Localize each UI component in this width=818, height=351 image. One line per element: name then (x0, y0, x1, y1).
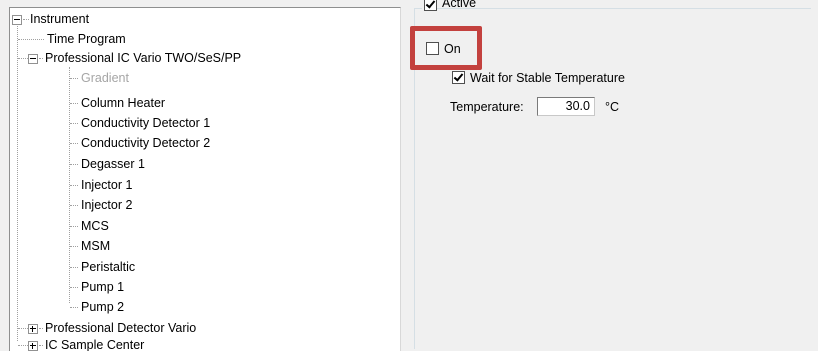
collapse-icon[interactable] (28, 54, 38, 64)
tree-guide (70, 246, 78, 247)
tree-guide (39, 58, 43, 59)
tree-node-instrument[interactable]: Instrument (12, 10, 392, 28)
tree-node-injector-2[interactable]: Injector 2 (12, 196, 392, 214)
tree-label: Injector 2 (81, 198, 133, 212)
collapse-icon[interactable] (12, 15, 22, 25)
tree-label: MSM (81, 239, 111, 253)
tree-node-conductivity-detector-1[interactable]: Conductivity Detector 1 (12, 114, 392, 132)
tree-label: Pump 1 (81, 280, 125, 294)
tree-label: Gradient (81, 71, 129, 85)
tree-node-column-heater[interactable]: Column Heater (12, 94, 392, 112)
tree-label: Conductivity Detector 1 (81, 116, 211, 130)
tree-node-pump-1[interactable]: Pump 1 (12, 278, 392, 296)
tree-label: Time Program (47, 32, 126, 46)
tree-node-injector-1[interactable]: Injector 1 (12, 176, 392, 194)
tree-guide (70, 205, 78, 206)
tree-label: MCS (81, 219, 109, 233)
tree-guide (39, 328, 43, 329)
tree-label: Degasser 1 (81, 157, 145, 171)
tree-node-mcs[interactable]: MCS (12, 217, 392, 235)
tree-label: Conductivity Detector 2 (81, 136, 211, 150)
tree-label: Column Heater (81, 96, 166, 110)
expand-icon[interactable] (28, 324, 38, 334)
tree-label: Injector 1 (81, 178, 133, 192)
tree-label: Instrument (30, 12, 90, 26)
tree-node-conductivity-detector-2[interactable]: Conductivity Detector 2 (12, 134, 392, 152)
tree-node-gradient[interactable]: Gradient (12, 69, 392, 87)
tree-guide (39, 345, 43, 346)
tree-label: Professional IC Vario TWO/SeS/PP (45, 51, 242, 65)
tree-node-professional-ic-vario[interactable]: Professional IC Vario TWO/SeS/PP (12, 49, 392, 67)
tree-node-ic-sample-center[interactable]: IC Sample Center (12, 336, 392, 351)
tree-guide (70, 164, 78, 165)
active-checkbox-row[interactable]: Active (422, 0, 476, 13)
active-checkbox[interactable] (424, 0, 437, 11)
tree-label: Peristaltic (81, 260, 136, 274)
tree-node-peristaltic[interactable]: Peristaltic (12, 258, 392, 276)
tree-guide (70, 78, 78, 79)
tree-node-professional-detector-vario[interactable]: Professional Detector Vario (12, 319, 392, 337)
temperature-input[interactable]: 30.0 (537, 97, 595, 116)
tree-guide (18, 328, 28, 329)
tree-guide (70, 185, 78, 186)
tree-node-msm[interactable]: MSM (12, 237, 392, 255)
highlight-box (410, 26, 482, 70)
wait-stable-temperature-label: Wait for Stable Temperature (470, 71, 625, 85)
tree-guide (70, 267, 78, 268)
tree-guide (70, 226, 78, 227)
wait-stable-temperature-checkbox[interactable] (452, 71, 465, 84)
tree-node-pump-2[interactable]: Pump 2 (12, 298, 392, 316)
temperature-unit: °C (605, 100, 620, 114)
tree-node-degasser-1[interactable]: Degasser 1 (12, 155, 392, 173)
tree-label: Professional Detector Vario (45, 321, 197, 335)
tree-guide (18, 39, 44, 40)
tree-guide (70, 123, 78, 124)
tree-label: IC Sample Center (45, 338, 145, 351)
instrument-tree[interactable]: Instrument Time Program Professional IC … (9, 7, 401, 351)
tree-guide (18, 58, 28, 59)
tree-guide (70, 143, 78, 144)
tree-guide (70, 307, 78, 308)
tree-guide (70, 103, 78, 104)
tree-label: Pump 2 (81, 300, 125, 314)
temperature-label: Temperature: (450, 100, 524, 114)
tree-guide (70, 287, 78, 288)
active-label: Active (442, 0, 477, 10)
tree-node-time-program[interactable]: Time Program (12, 30, 392, 48)
tree-guide (18, 345, 28, 346)
